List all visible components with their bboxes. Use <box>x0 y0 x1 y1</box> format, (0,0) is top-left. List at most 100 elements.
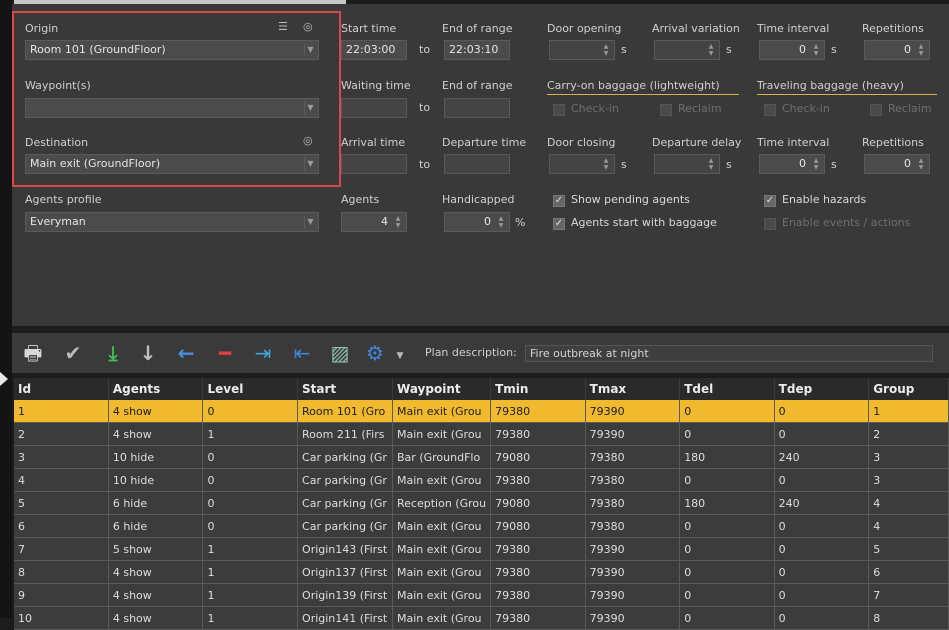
image-icon[interactable]: ▨ <box>327 340 353 366</box>
door-opening-spinbox[interactable]: ▲ ▼ <box>549 40 615 60</box>
table-cell: Origin141 (First <box>297 606 394 630</box>
column-header-tmin[interactable]: Tmin <box>490 378 586 400</box>
spin-arrows-icon[interactable]: ▲ ▼ <box>915 43 927 57</box>
table-row[interactable]: 3 10 hide 0 Car parking (Gr Bar (GroundFlo 79… <box>14 445 949 469</box>
table-row[interactable]: 24 show 1 Room 211 (Firs Main exit (Grou 793… <box>14 422 949 446</box>
show-pending-checkbox[interactable]: ✓ <box>553 195 565 207</box>
spin-arrows-icon[interactable]: ▲ ▼ <box>600 43 612 57</box>
departure-time-input[interactable] <box>444 154 510 174</box>
arrival-variation-label: Arrival variation <box>652 22 740 35</box>
arrival-variation-spinbox[interactable]: ▲ ▼ <box>654 40 720 60</box>
gear-icon[interactable]: ⚙ <box>362 340 388 366</box>
end-range2-input[interactable] <box>444 98 510 118</box>
download-icon[interactable]: ⤓ <box>100 340 126 366</box>
column-header-waypoint[interactable]: Waypoint <box>392 378 492 400</box>
print-icon[interactable]: 🖶 <box>20 340 46 366</box>
table-cell: 79380 <box>490 422 586 446</box>
departure-delay-spinbox[interactable]: ▲ ▼ <box>654 154 720 174</box>
column-header-group[interactable]: Group <box>868 378 949 400</box>
start-with-baggage-checkbox[interactable]: ✓ <box>553 218 565 230</box>
table-cell: 2 <box>868 422 949 446</box>
check-icon[interactable]: ✔ <box>60 340 86 366</box>
repetitions2-spinbox[interactable]: 0 ▲ ▼ <box>864 154 930 174</box>
spin-arrows-icon[interactable]: ▲ ▼ <box>392 215 404 229</box>
enable-events-checkbox[interactable] <box>764 218 776 230</box>
table-cell: 0 <box>774 606 870 630</box>
table-cell: 79380 <box>490 583 586 607</box>
spin-arrows-icon[interactable]: ▲ ▼ <box>705 157 717 171</box>
import-icon[interactable]: ⇥ <box>250 340 276 366</box>
table-cell: 5 <box>868 537 949 561</box>
table-cell: 1 <box>14 400 109 423</box>
table-row[interactable]: 84 show 1 Origin137 (First Main exit (Grou 7… <box>14 560 949 584</box>
table-cell: 1 <box>202 537 299 561</box>
spin-arrows-icon[interactable]: ▲ ▼ <box>600 157 612 171</box>
chevron-down-icon[interactable]: ▼ <box>394 343 406 369</box>
carry-checkin-checkbox[interactable] <box>553 104 565 116</box>
end-range-input[interactable]: 22:03:10 <box>444 40 510 60</box>
repetitions-spinbox[interactable]: 0 ▲ ▼ <box>864 40 930 60</box>
carry-reclaim-checkbox[interactable] <box>660 104 672 116</box>
traveling-checkin-label: Check-in <box>782 102 830 115</box>
table-cell: 6 <box>868 560 949 584</box>
remove-icon[interactable]: ━ <box>212 340 238 366</box>
arrival-time-label: Arrival time <box>341 136 406 149</box>
table-row[interactable]: 10 4 show 1 Origin141 (First Main exit (Grou… <box>14 606 949 630</box>
table-row[interactable]: 94 show 1 Origin139 (First Main exit (Grou 7… <box>14 583 949 607</box>
spin-arrows-icon[interactable]: ▲ ▼ <box>495 215 507 229</box>
time-interval-label: Time interval <box>757 22 830 35</box>
agents-spinbox[interactable]: 4 ▲ ▼ <box>341 212 407 232</box>
enable-hazards-checkbox[interactable]: ✓ <box>764 195 776 207</box>
traveling-underline <box>757 94 937 95</box>
column-header-tdel[interactable]: Tdel <box>679 378 775 400</box>
spin-arrows-icon[interactable]: ▲ ▼ <box>705 43 717 57</box>
chevron-down-icon: ▼ <box>304 216 316 228</box>
time-interval-spinbox[interactable]: 0 ▲ ▼ <box>759 40 825 60</box>
table-row[interactable]: 14 show 0 Room 101 (Gro Main exit (Grou 7938… <box>14 400 949 423</box>
agents-profile-select[interactable]: Everyman ▼ <box>25 212 319 232</box>
plan-description-input[interactable]: Fire outbreak at night <box>525 345 933 362</box>
arrival-time-input[interactable] <box>341 154 407 174</box>
spin-arrows-icon[interactable]: ▲ ▼ <box>810 43 822 57</box>
column-header-start[interactable]: Start <box>297 378 394 400</box>
table-cell: Car parking (Gr <box>297 468 394 492</box>
spin-arrows-icon[interactable]: ▲ ▼ <box>915 157 927 171</box>
table-row[interactable]: 56 hide 0 Car parking (Gr Reception (Grou 79… <box>14 491 949 515</box>
start-time-input[interactable]: 22:03:00 <box>341 40 407 60</box>
table-row[interactable]: 66 hide 0 Car parking (Gr Main exit (Grou 79… <box>14 514 949 538</box>
table-row[interactable]: 4 10 hide 0 Car parking (Gr Main exit (Grou 7… <box>14 468 949 492</box>
column-header-id[interactable]: Id <box>14 378 109 400</box>
table-row[interactable]: 75 show 1 Origin143 (First Main exit (Grou 7… <box>14 537 949 561</box>
waiting-time-input[interactable] <box>341 98 407 118</box>
table-cell: 0 <box>679 606 775 630</box>
table-cell: Main exit (Grou <box>392 560 492 584</box>
traveling-checkin-checkbox[interactable] <box>764 104 776 116</box>
door-closing-spinbox[interactable]: ▲ ▼ <box>549 154 615 174</box>
door-closing-label: Door closing <box>547 136 616 149</box>
table-cell: 3 <box>14 445 109 469</box>
column-header-level[interactable]: Level <box>202 378 299 400</box>
column-header-tdep[interactable]: Tdep <box>774 378 870 400</box>
handicapped-spinbox[interactable]: 0 ▲ ▼ <box>444 212 510 232</box>
column-header-agents[interactable]: Agents <box>108 378 204 400</box>
column-header-tmax[interactable]: Tmax <box>585 378 681 400</box>
table-cell: Main exit (Grou <box>392 537 492 561</box>
table-cell: Car parking (Gr <box>297 445 394 469</box>
arrow-down-icon[interactable]: ↓ <box>135 340 161 366</box>
table-cell: 10 hide <box>108 468 204 492</box>
table-cell: 4 <box>868 514 949 538</box>
repetitions-value: 0 <box>904 43 911 56</box>
repetitions2-value: 0 <box>904 157 911 170</box>
repetitions2-label: Repetitions <box>862 136 924 149</box>
table-cell: 79380 <box>585 445 681 469</box>
export-icon[interactable]: ⇤ <box>289 340 315 366</box>
spin-arrows-icon[interactable]: ▲ ▼ <box>810 157 822 171</box>
arrow-left-icon[interactable]: ← <box>173 340 199 366</box>
table-cell: 79390 <box>585 583 681 607</box>
time-interval2-spinbox[interactable]: 0 ▲ ▼ <box>759 154 825 174</box>
table-cell: 5 show <box>108 537 204 561</box>
traveling-reclaim-checkbox[interactable] <box>870 104 882 116</box>
table-cell: 0 <box>202 445 299 469</box>
unit-s: s <box>831 158 837 171</box>
table-cell: 79380 <box>585 491 681 515</box>
